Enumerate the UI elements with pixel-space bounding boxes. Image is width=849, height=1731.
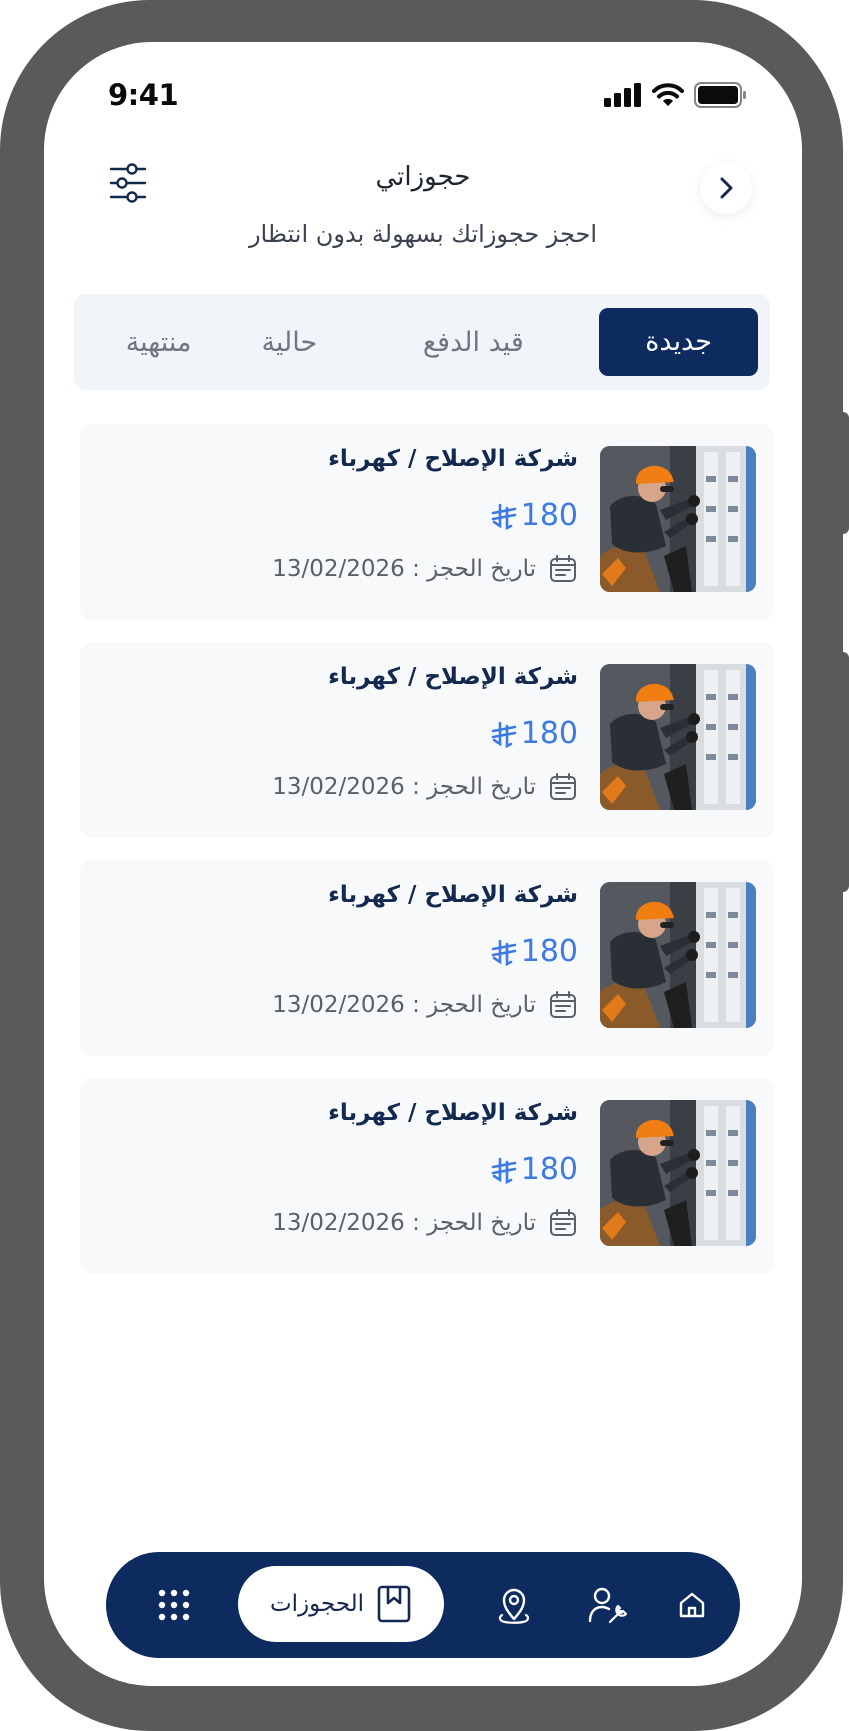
electrician-photo xyxy=(600,664,756,810)
status-icons xyxy=(604,82,748,108)
location-icon xyxy=(498,1588,530,1624)
nav-technicians[interactable] xyxy=(578,1552,638,1658)
tab-finished[interactable]: منتهية xyxy=(86,327,231,358)
device-side-button xyxy=(839,412,849,534)
riyal-currency-icon xyxy=(491,1157,517,1184)
tab-current[interactable]: حالية xyxy=(231,327,347,358)
tab-new[interactable]: جديدة xyxy=(599,308,758,376)
booking-price: 180 xyxy=(491,498,578,533)
booking-date-row: تاريخ الحجز : 13/02/2026 xyxy=(272,1208,578,1238)
nav-bookings-label: الحجوزات xyxy=(269,1591,365,1617)
grid-menu-icon xyxy=(158,1589,190,1621)
riyal-currency-icon xyxy=(491,503,517,530)
booking-card[interactable]: شركة الإصلاح / كهرباء 180 تاريخ الحجز : … xyxy=(80,860,774,1056)
booking-price: 180 xyxy=(491,1152,578,1187)
booking-card[interactable]: شركة الإصلاح / كهرباء 180 تاريخ الحجز : … xyxy=(80,424,774,620)
tab-pending-payment[interactable]: قيد الدفع xyxy=(347,327,599,358)
calendar-icon xyxy=(550,1209,576,1236)
booking-date-row: تاريخ الحجز : 13/02/2026 xyxy=(272,554,578,584)
booking-card[interactable]: شركة الإصلاح / كهرباء 180 تاريخ الحجز : … xyxy=(80,642,774,838)
booking-date: تاريخ الحجز : 13/02/2026 xyxy=(272,1210,536,1236)
riyal-currency-icon xyxy=(491,939,517,966)
home-icon xyxy=(679,1592,705,1618)
booking-company-title: شركة الإصلاح / كهرباء xyxy=(328,1100,578,1126)
calendar-icon xyxy=(550,991,576,1018)
battery-icon xyxy=(694,82,746,108)
booking-date-row: تاريخ الحجز : 13/02/2026 xyxy=(272,990,578,1020)
booking-card[interactable]: شركة الإصلاح / كهرباء 180 تاريخ الحجز : … xyxy=(80,1078,774,1274)
nav-home[interactable] xyxy=(662,1552,722,1658)
bookmark-icon xyxy=(377,1585,411,1623)
electrician-photo xyxy=(600,446,756,592)
app-screen: 9:41 حجوزاتي احجز حجوزاتك بسهولة بدون ان… xyxy=(44,42,802,1686)
booking-price: 180 xyxy=(491,716,578,751)
status-time: 9:41 xyxy=(108,78,179,112)
signal-icon xyxy=(604,83,641,107)
booking-status-tabs: جديدة قيد الدفع حالية منتهية xyxy=(74,294,770,390)
booking-date-row: تاريخ الحجز : 13/02/2026 xyxy=(272,772,578,802)
booking-date: تاريخ الحجز : 13/02/2026 xyxy=(272,556,536,582)
nav-bookings[interactable]: الحجوزات xyxy=(238,1566,444,1642)
page-title: حجوزاتي xyxy=(375,162,471,192)
calendar-icon xyxy=(550,773,576,800)
electrician-photo xyxy=(600,882,756,1028)
nav-menu[interactable] xyxy=(144,1552,204,1658)
electrician-photo xyxy=(600,1100,756,1246)
booking-company-title: شركة الإصلاح / كهرباء xyxy=(328,446,578,472)
nav-location[interactable] xyxy=(484,1552,544,1658)
calendar-icon xyxy=(550,555,576,582)
bottom-nav: الحجوزات xyxy=(106,1552,740,1658)
booking-company-title: شركة الإصلاح / كهرباء xyxy=(328,664,578,690)
technician-icon xyxy=(588,1587,628,1624)
riyal-currency-icon xyxy=(491,721,517,748)
booking-price: 180 xyxy=(491,934,578,969)
device-side-button xyxy=(839,652,849,892)
page-subtitle: احجز حجوزاتك بسهولة بدون انتظار xyxy=(248,220,598,248)
wifi-icon xyxy=(652,83,684,106)
booking-date: تاريخ الحجز : 13/02/2026 xyxy=(272,774,536,800)
booking-company-title: شركة الإصلاح / كهرباء xyxy=(328,882,578,908)
booking-date: تاريخ الحجز : 13/02/2026 xyxy=(272,992,536,1018)
